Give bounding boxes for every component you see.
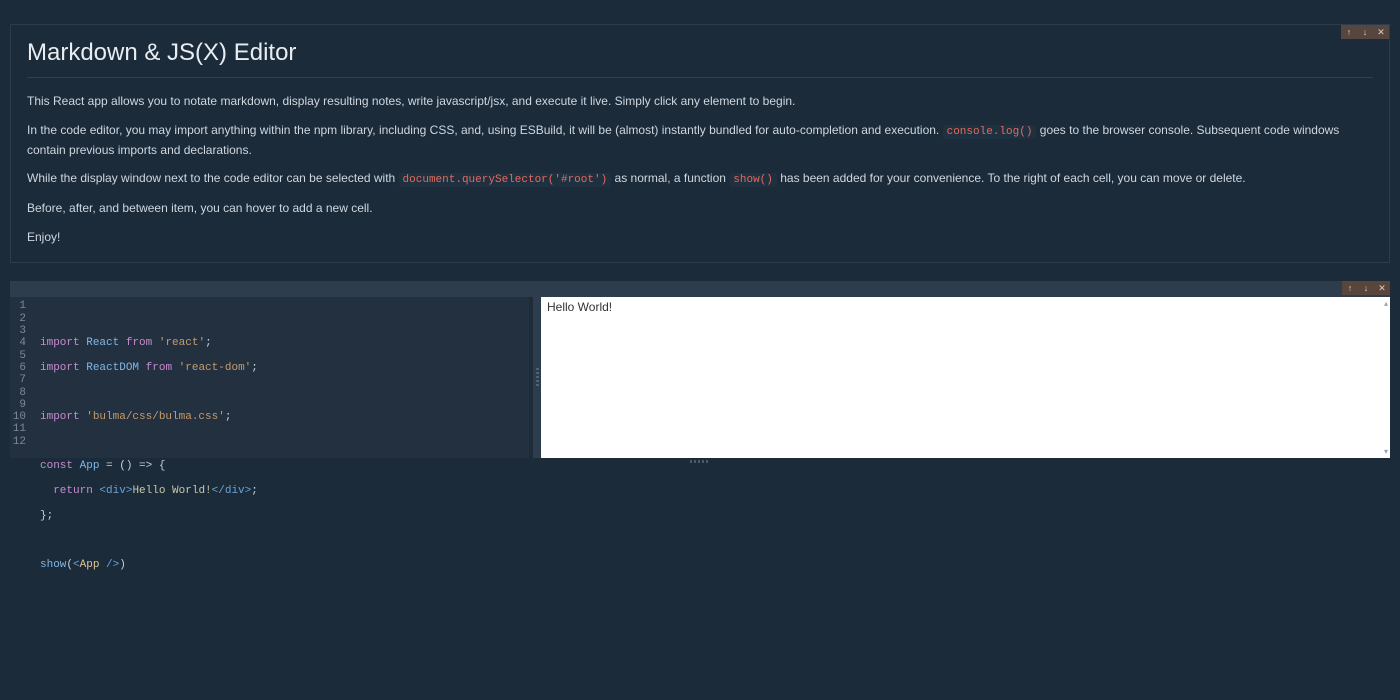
inline-code: show() — [729, 173, 777, 187]
token-component: App — [80, 559, 100, 571]
markdown-paragraph: Before, after, and between item, you can… — [27, 199, 1373, 218]
code-cell-body: 1 2 3 4 5 6 7 8 9 10 11 12 import React … — [10, 297, 1390, 458]
inline-code: console.log() — [943, 125, 1037, 139]
line-number: 10 — [10, 411, 26, 423]
scroll-up-indicator-icon: ▴ — [1384, 299, 1388, 308]
line-number-gutter: 1 2 3 4 5 6 7 8 9 10 11 12 — [10, 297, 30, 458]
code-text-area[interactable]: import React from 'react'; import ReactD… — [30, 297, 533, 458]
token-punct: ; — [251, 485, 258, 497]
markdown-cell[interactable]: ↑ ↓ ✕ Markdown & JS(X) Editor This React… — [10, 24, 1390, 263]
move-up-button[interactable]: ↑ — [1342, 281, 1358, 295]
token-op: = — [99, 460, 119, 472]
line-number: 2 — [10, 313, 26, 325]
vertical-resize-handle[interactable] — [533, 297, 541, 458]
markdown-cell-actions: ↑ ↓ ✕ — [1341, 25, 1389, 39]
token-keyword: const — [40, 460, 73, 472]
token-punct: ; — [205, 337, 212, 349]
token-keyword: from — [126, 337, 152, 349]
line-number: 9 — [10, 399, 26, 411]
grip-dots-icon — [690, 460, 710, 463]
token-identifier: React — [86, 337, 119, 349]
text-span: as normal, a function — [615, 171, 730, 185]
arrow-down-icon: ↓ — [1363, 27, 1368, 37]
token-punct: ; — [251, 362, 258, 374]
code-editor[interactable]: 1 2 3 4 5 6 7 8 9 10 11 12 import React … — [10, 297, 533, 458]
divider — [27, 77, 1373, 78]
token-string: 'react-dom' — [179, 362, 252, 374]
line-number: 3 — [10, 325, 26, 337]
line-number: 6 — [10, 362, 26, 374]
app-root: ↑ ↓ ✕ Markdown & JS(X) Editor This React… — [0, 0, 1400, 484]
line-number: 11 — [10, 423, 26, 435]
token-tag: <div> — [99, 485, 132, 497]
grip-dots-icon — [536, 368, 539, 388]
text-span: In the code editor, you may import anyth… — [27, 123, 943, 137]
markdown-paragraph: In the code editor, you may import anyth… — [27, 121, 1373, 160]
markdown-title: Markdown & JS(X) Editor — [27, 39, 1373, 67]
delete-cell-button[interactable]: ✕ — [1373, 25, 1389, 39]
text-span: has been added for your convenience. To … — [780, 171, 1245, 185]
arrow-up-icon: ↑ — [1348, 283, 1353, 293]
token-keyword: import — [40, 411, 80, 423]
token-tag: < — [73, 559, 80, 571]
markdown-paragraph: While the display window next to the cod… — [27, 169, 1373, 189]
arrow-up-icon: ↑ — [1347, 27, 1352, 37]
preview-pane[interactable]: Hello World! ▴ ▾ — [541, 297, 1390, 458]
code-cell: ↑ ↓ ✕ 1 2 3 4 5 6 7 — [10, 281, 1390, 464]
token-tag: /> — [99, 559, 119, 571]
line-number: 4 — [10, 337, 26, 349]
line-number: 12 — [10, 436, 26, 448]
token-punct: }; — [40, 510, 53, 522]
token-identifier: show — [40, 559, 66, 571]
arrow-down-icon: ↓ — [1364, 283, 1369, 293]
token-punct: () => { — [119, 460, 165, 472]
delete-cell-button[interactable]: ✕ — [1374, 281, 1390, 295]
close-icon: ✕ — [1377, 27, 1385, 38]
move-up-button[interactable]: ↑ — [1341, 25, 1357, 39]
code-cell-actions: ↑ ↓ ✕ — [1342, 281, 1390, 295]
code-cell-header[interactable]: ↑ ↓ ✕ — [10, 281, 1390, 297]
scroll-down-indicator-icon: ▾ — [1384, 447, 1388, 456]
token-identifier: App — [80, 460, 100, 472]
token-text: Hello World! — [132, 485, 211, 497]
line-number: 1 — [10, 300, 26, 312]
preview-output-text: Hello World! — [547, 300, 612, 314]
move-down-button[interactable]: ↓ — [1357, 25, 1373, 39]
token-punct: ; — [225, 411, 232, 423]
line-number: 7 — [10, 374, 26, 386]
text-span: While the display window next to the cod… — [27, 171, 399, 185]
line-number: 8 — [10, 387, 26, 399]
token-keyword: from — [146, 362, 172, 374]
token-string: 'react' — [159, 337, 205, 349]
markdown-paragraph: This React app allows you to notate mark… — [27, 92, 1373, 111]
token-keyword: return — [53, 485, 93, 497]
token-keyword: import — [40, 337, 80, 349]
move-down-button[interactable]: ↓ — [1358, 281, 1374, 295]
markdown-paragraph: Enjoy! — [27, 228, 1373, 247]
token-identifier: ReactDOM — [86, 362, 139, 374]
editor-scrollbar[interactable] — [529, 297, 533, 458]
token-keyword: import — [40, 362, 80, 374]
token-string: 'bulma/css/bulma.css' — [86, 411, 225, 423]
inline-code: document.querySelector('#root') — [399, 173, 612, 187]
close-icon: ✕ — [1378, 283, 1386, 294]
token-punct: ) — [119, 559, 126, 571]
line-number: 5 — [10, 350, 26, 362]
token-tag: </div> — [212, 485, 252, 497]
